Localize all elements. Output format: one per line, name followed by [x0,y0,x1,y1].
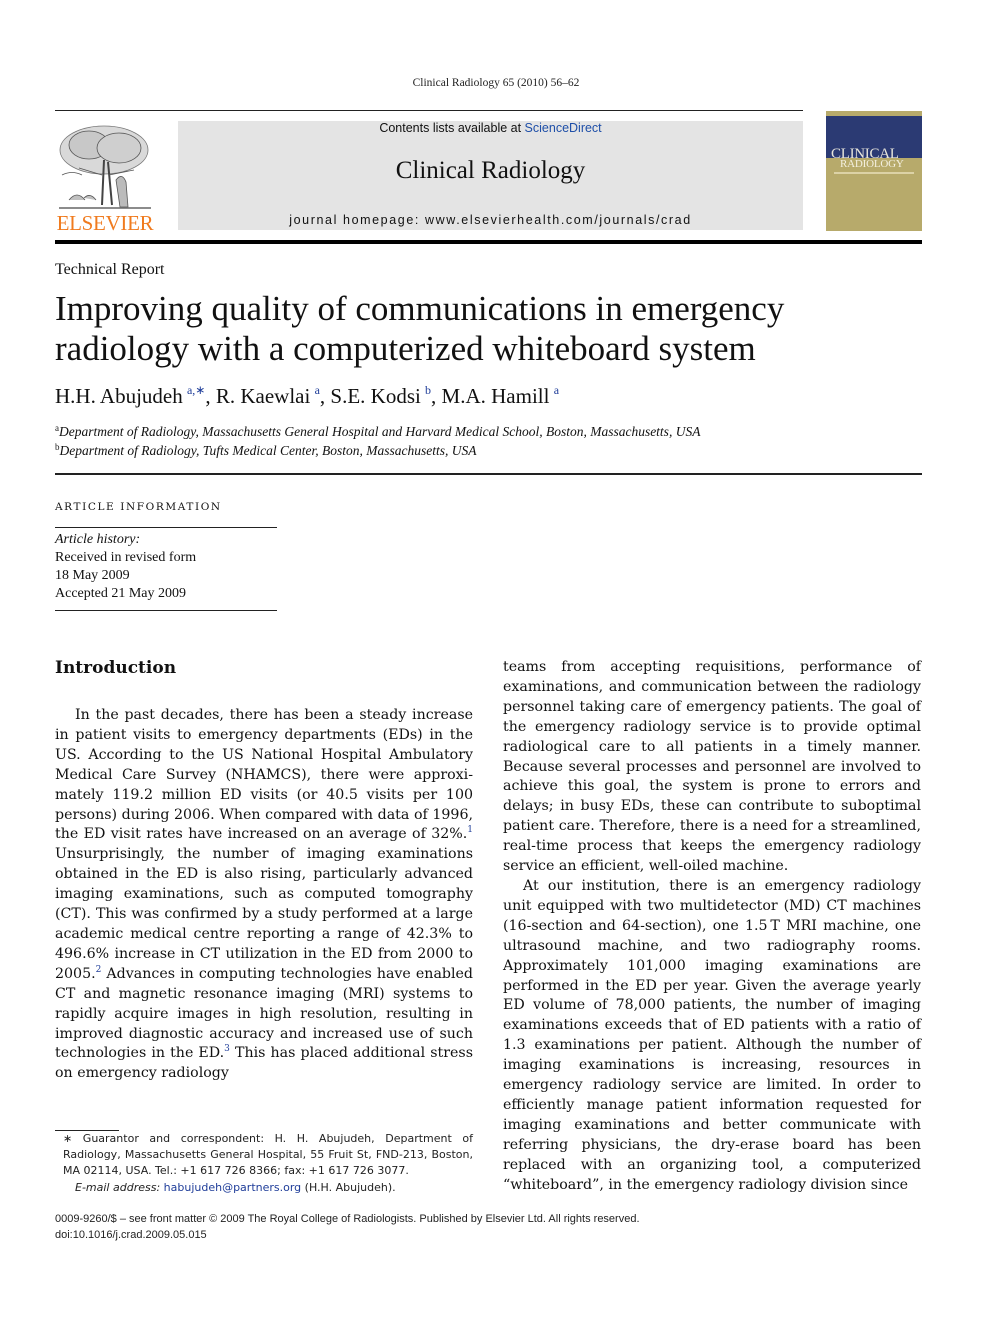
footnote-text: ∗ Guarantor and correspondent: H. H. Abu… [63,1132,473,1178]
affiliation-b: bDepartment of Radiology, Tufts Medical … [55,442,476,459]
journal-name: Clinical Radiology [395,157,586,184]
paragraph-text: In the past decades, there has been a st… [55,707,473,843]
header-thick-rule [55,240,922,244]
contents-availability-line: Contents lists available at ScienceDirec… [178,121,803,135]
elsevier-wordmark: ELSEVIER [56,211,154,235]
affiliation-text: Department of Radiology, Massachusetts G… [59,424,701,439]
article-info-rule-bottom [55,610,277,611]
correspondence-footnote: ∗ Guarantor and correspondent: H. H. Abu… [55,1131,473,1196]
author-separator: , [319,384,331,408]
front-matter-footer: 0009-9260/$ – see front matter © 2009 Th… [55,1212,640,1243]
paragraph: In the past decades, there has been a st… [55,706,473,1084]
article-history-line: 18 May 2009 [55,568,130,583]
article-history-label: Article history: [55,532,141,547]
article-info-heading: ARTICLE INFORMATION [55,501,222,513]
author-name: R. Kaewlai [215,384,311,408]
copyright-line: 0009-9260/$ – see front matter © 2009 Th… [55,1213,640,1225]
article-info-rule-top [55,527,277,528]
doi-line[interactable]: doi:10.1016/j.crad.2009.05.015 [55,1228,640,1244]
email-suffix: (H.H. Abujudeh). [301,1180,396,1194]
article-history-line: Accepted 21 May 2009 [55,586,187,601]
section-heading: Introduction [55,658,177,678]
author-name: S.E. Kodsi [330,384,421,408]
email-link[interactable]: habujudeh@partners.org [164,1181,302,1194]
paragraph: teams from accepting requisitions, perfo… [503,659,921,875]
body-left-column: In the past decades, there has been a st… [55,706,473,1084]
contents-prefix: Contents lists available at [379,121,525,135]
author-list: H.H. Abujudeh a,∗, R. Kaewlai a, S.E. Ko… [55,383,559,409]
title-line-1: Improving quality of communications in e… [55,289,785,328]
journal-cover-image: CLINICAL RADIOLOGY [826,111,922,231]
author-name: H.H. Abujudeh [55,384,183,408]
affiliation-a: aDepartment of Radiology, Massachusetts … [55,423,700,440]
footnote-email-line: E-mail address: habujudeh@partners.org (… [55,1180,473,1196]
paragraph: At our institution, there is an emergenc… [503,877,921,1193]
author-separator: , [205,384,216,408]
journal-homepage[interactable]: journal homepage: www.elsevierhealth.com… [178,213,803,227]
paragraph-text: Unsurprisingly, the number of imaging ex… [55,846,473,982]
affiliation-text: Department of Radiology, Tufts Medical C… [59,443,477,458]
header-top-rule [55,110,803,111]
email-label: E-mail address: [75,1180,164,1194]
author-separator: , [431,384,442,408]
sciencedirect-link[interactable]: ScienceDirect [525,121,602,135]
cover-title-line2: RADIOLOGY [840,158,904,170]
body-right-column: teams from accepting requisitions, perfo… [503,658,921,1195]
cover-subtitle-line [834,172,914,174]
author-name: M.A. Hamill [441,384,550,408]
running-head: Clinical Radiology 65 (2010) 56–62 [412,77,580,89]
article-type: Technical Report [55,261,165,278]
article-title: Improving quality of communications in e… [55,289,935,369]
article-history-line: Received in revised form [55,550,197,565]
author-affil-link[interactable]: a [554,383,559,397]
author-affil-link[interactable]: a,∗ [187,383,205,397]
article-history: Article history: Received in revised for… [55,531,196,603]
title-line-2: radiology with a computerized whiteboard… [55,329,756,368]
reference-link[interactable]: 1 [467,825,473,835]
heading-divider [55,473,922,475]
